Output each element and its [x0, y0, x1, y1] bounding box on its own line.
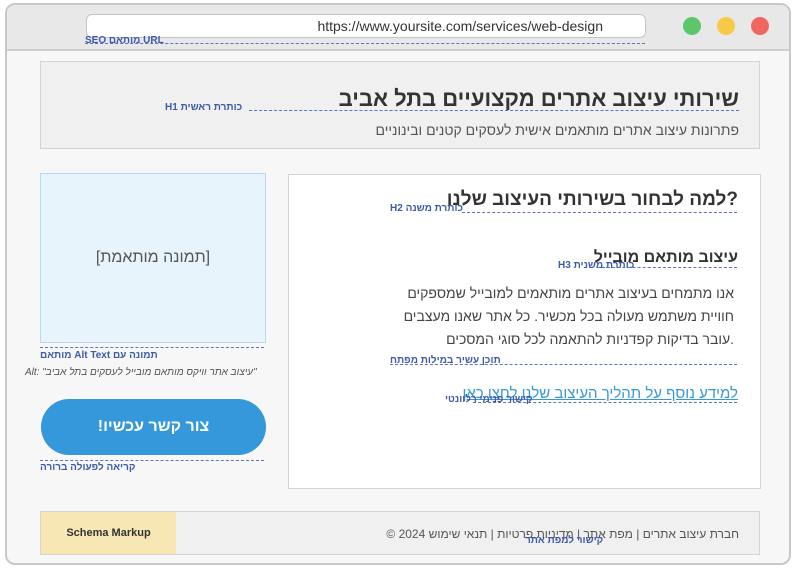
browser-window: https://www.yoursite.com/services/web-de…: [5, 3, 791, 565]
annotation-h1-line: [249, 110, 739, 111]
annotation-url: URL מותאם SEO: [85, 35, 164, 46]
annotation-h2: כותרת משנה H2: [390, 203, 464, 214]
image-placeholder: [תמונה מותאמת]: [40, 173, 266, 343]
maximize-button[interactable]: [683, 17, 701, 35]
page-title: שירותי עיצוב אתרים מקצועיים בתל אביב: [338, 86, 739, 111]
section-heading: ?למה לבחור בשירותי העיצוב שלנו: [446, 189, 738, 210]
annotation-image-line: [40, 347, 264, 348]
content-section: ?למה לבחור בשירותי העיצוב שלנו עיצוב מות…: [288, 174, 761, 489]
paragraph-line: אנו מתמחים בעיצוב אתרים מותאמים למובייל …: [407, 285, 734, 301]
image-alt-text: Alt: "עיצוב אתר וויקס מותאם מובייל לעסקי…: [25, 367, 257, 378]
annotation-url-line: [85, 43, 645, 44]
minimize-button[interactable]: [717, 17, 735, 35]
page-header: שירותי עיצוב אתרים מקצועיים בתל אביב פתר…: [40, 61, 760, 149]
annotation-cta-line: [40, 460, 264, 461]
paragraph-line: חוויית משתמש מעולה בכל מכשיר. כל אתר שאנ…: [403, 308, 734, 324]
close-button[interactable]: [751, 17, 769, 35]
url-bar[interactable]: https://www.yoursite.com/services/web-de…: [86, 14, 646, 38]
contact-now-button[interactable]: צור קשר עכשיו!: [41, 399, 266, 455]
annotation-keywords-line: [390, 364, 737, 365]
annotation-footer-links: קישור למפת אתר: [525, 535, 604, 546]
paragraph-line: .עובר בדיקות קפדניות להתאמה לכל סוגי המס…: [446, 331, 734, 347]
annotation-cta: קריאה לפעולה ברורה: [40, 462, 136, 473]
schema-markup-badge: Schema Markup: [41, 512, 176, 554]
annotation-internal-link: קישור פנימי רלוונטי: [445, 394, 533, 405]
annotation-h1: כותרת ראשית H1: [165, 102, 243, 113]
page-footer: Schema Markup חברת עיצוב אתרים | מפת אתר…: [40, 511, 760, 555]
annotation-internal-link-line: [473, 402, 737, 403]
annotation-h3-line: [597, 267, 737, 268]
annotation-h3: כותרת משנית H3: [558, 260, 635, 271]
annotation-h2-line: [462, 212, 737, 213]
page-subtitle: פתרונות עיצוב אתרים מותאמים אישית לעסקים…: [375, 122, 739, 138]
annotation-image: תמונה עם Alt Text מותאם: [40, 350, 158, 361]
